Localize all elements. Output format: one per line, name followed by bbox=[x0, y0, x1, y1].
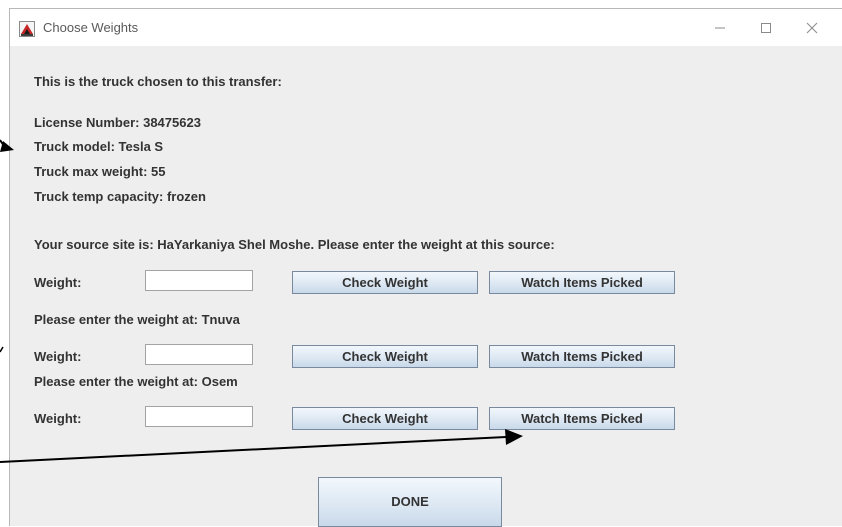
arrow-line-middle bbox=[0, 346, 4, 353]
annotation-arrows bbox=[0, 139, 523, 463]
arrow-head-bottom-icon bbox=[505, 429, 523, 445]
arrow-line-bottom bbox=[0, 436, 507, 463]
